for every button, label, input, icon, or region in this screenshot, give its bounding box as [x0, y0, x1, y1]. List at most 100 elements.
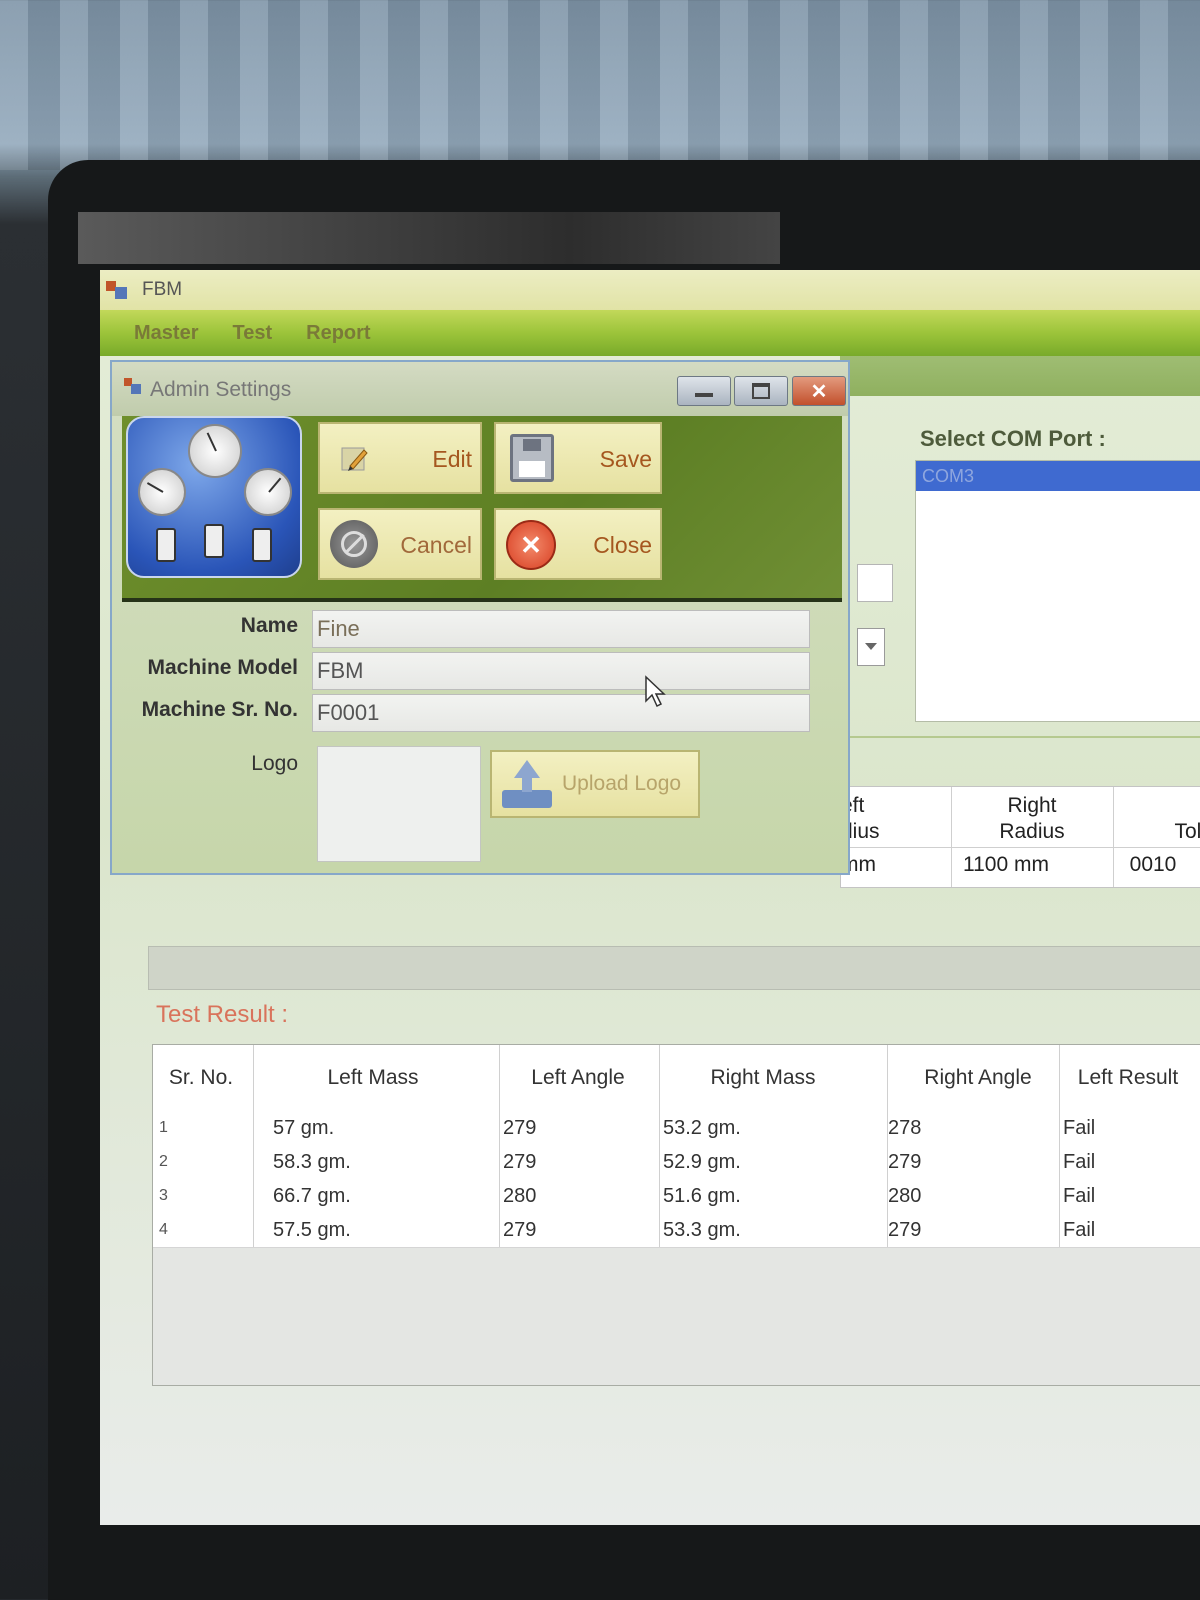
divider	[840, 736, 1200, 738]
table-cell: 4	[159, 1221, 168, 1238]
table-cell: Fail	[1063, 1151, 1096, 1173]
table-cell: Fail	[1063, 1117, 1096, 1139]
edit-label: Edit	[432, 446, 472, 472]
table-cell: 278	[888, 1117, 922, 1139]
table-cell: 53.2 gm.	[663, 1117, 741, 1139]
close-window-button[interactable]: ✕	[792, 376, 846, 406]
app-icon	[124, 378, 142, 396]
table-cell: 51.6 gm.	[663, 1185, 741, 1207]
dialog-title: Admin Settings	[150, 378, 292, 401]
upload-icon	[502, 760, 552, 810]
minimize-icon	[695, 393, 713, 397]
com-port-option[interactable]: COM3	[916, 461, 1200, 491]
table-header: Sr. No. Left Mass Left Angle Right Mass …	[153, 1045, 1200, 1112]
header-band	[840, 356, 1200, 396]
save-label: Save	[599, 446, 652, 472]
table-cell: 3	[159, 1187, 168, 1204]
mouse-cursor-icon	[645, 675, 666, 708]
close-icon: ✕	[506, 520, 556, 570]
table-row[interactable]: 4 57.5 gm. 279 53.3 gm. 279 Fail	[153, 1213, 1200, 1248]
menu-test[interactable]: Test	[232, 322, 272, 345]
column-divider	[887, 1045, 888, 1247]
table-cell: 2	[159, 1153, 168, 1170]
grid-cell-right-radius: 1100 mm	[963, 853, 1049, 876]
status-strip	[148, 946, 1200, 990]
app-icon	[106, 279, 128, 301]
dialog-titlebar: Admin Settings ✕	[112, 362, 848, 416]
upload-logo-label: Upload Logo	[562, 772, 682, 795]
col-right-angle[interactable]: Right Angle	[893, 1045, 1063, 1111]
grid-header-left-radius: eft dius	[841, 794, 880, 843]
floppy-icon	[510, 434, 554, 482]
table-cell: 53.3 gm.	[663, 1219, 741, 1241]
name-field[interactable]: Fine	[312, 610, 810, 648]
col-left-mass[interactable]: Left Mass	[273, 1045, 473, 1111]
table-cell: 57 gm.	[273, 1117, 335, 1139]
table-cell: 279	[888, 1151, 922, 1173]
dialog-separator	[122, 598, 842, 602]
com-port-list[interactable]: COM3	[915, 460, 1200, 722]
menu-report[interactable]: Report	[306, 322, 370, 345]
hidden-text-field[interactable]	[857, 564, 893, 602]
grid-cell-left-radius: mm	[841, 853, 876, 876]
table-cell: 279	[503, 1117, 537, 1139]
name-label: Name	[240, 614, 298, 637]
table-row[interactable]: 2 58.3 gm. 279 52.9 gm. 279 Fail	[153, 1145, 1200, 1180]
col-right-mass[interactable]: Right Mass	[663, 1045, 863, 1111]
grid-cell-tolerance: 0010	[1129, 853, 1177, 876]
grid-header-tolerance: L Tole	[1174, 820, 1200, 843]
table-cell: Fail	[1063, 1185, 1096, 1207]
table-cell: 280	[503, 1185, 537, 1207]
machine-serial-label: Machine Sr. No.	[141, 698, 298, 721]
col-left-angle[interactable]: Left Angle	[503, 1045, 653, 1111]
logo-preview	[317, 746, 481, 862]
machine-model-label: Machine Model	[147, 656, 298, 679]
col-sr-no[interactable]: Sr. No.	[153, 1045, 249, 1111]
machine-model-field[interactable]: FBM	[312, 652, 810, 690]
table-cell: 279	[503, 1219, 537, 1241]
gauge-icon	[126, 416, 302, 578]
logo-label: Logo	[251, 752, 298, 775]
hidden-dropdown[interactable]	[857, 628, 885, 666]
table-cell: Fail	[1063, 1219, 1096, 1241]
menu-master[interactable]: Master	[134, 322, 198, 345]
upload-logo-button[interactable]: Upload Logo	[490, 750, 700, 818]
table-cell: 57.5 gm.	[273, 1219, 351, 1241]
save-button[interactable]: Save	[494, 422, 662, 494]
cancel-button[interactable]: Cancel	[318, 508, 482, 580]
cancel-label: Cancel	[400, 532, 472, 558]
pencil-icon	[341, 447, 368, 471]
test-result-table: Sr. No. Left Mass Left Angle Right Mass …	[152, 1044, 1200, 1386]
column-divider	[659, 1045, 660, 1247]
minimize-button[interactable]	[677, 376, 731, 406]
dialog-toolbar: Edit Save Cancel ✕ Close	[122, 416, 842, 598]
background-curtain	[0, 0, 1200, 170]
test-result-label: Test Result :	[156, 1001, 289, 1028]
close-button[interactable]: ✕ Close	[494, 508, 662, 580]
edit-button[interactable]: Edit	[318, 422, 482, 494]
table-row[interactable]: 1 57 gm. 279 53.2 gm. 278 Fail	[153, 1111, 1200, 1146]
close-label: Close	[593, 532, 652, 558]
com-port-label: Select COM Port :	[920, 426, 1106, 451]
table-row[interactable]: 3 66.7 gm. 280 51.6 gm. 280 Fail	[153, 1179, 1200, 1214]
maximize-icon	[752, 383, 770, 399]
menu-bar: Master Test Report	[100, 310, 1200, 356]
chevron-down-icon	[865, 643, 877, 650]
table-cell: 58.3 gm.	[273, 1151, 351, 1173]
col-left-result[interactable]: Left Result	[1073, 1045, 1183, 1111]
table-cell: 1	[159, 1119, 168, 1136]
admin-settings-dialog: Admin Settings ✕ Edit Save Cancel ✕ Clos…	[110, 360, 850, 875]
table-cell: 279	[503, 1151, 537, 1173]
window-titlebar: FBM	[100, 270, 1200, 310]
machine-serial-field[interactable]: F0001	[312, 694, 810, 732]
column-divider	[1059, 1045, 1060, 1247]
window-title: FBM	[142, 279, 183, 300]
cancel-icon	[330, 520, 378, 568]
table-cell: 52.9 gm.	[663, 1151, 741, 1173]
desktop-top-strip	[78, 212, 780, 264]
settings-grid: eft dius Right Radius L Tole mm 1100 mm …	[840, 786, 1200, 888]
table-cell: 279	[888, 1219, 922, 1241]
table-cell: 280	[888, 1185, 922, 1207]
table-cell: 66.7 gm.	[273, 1185, 351, 1207]
maximize-button[interactable]	[734, 376, 788, 406]
